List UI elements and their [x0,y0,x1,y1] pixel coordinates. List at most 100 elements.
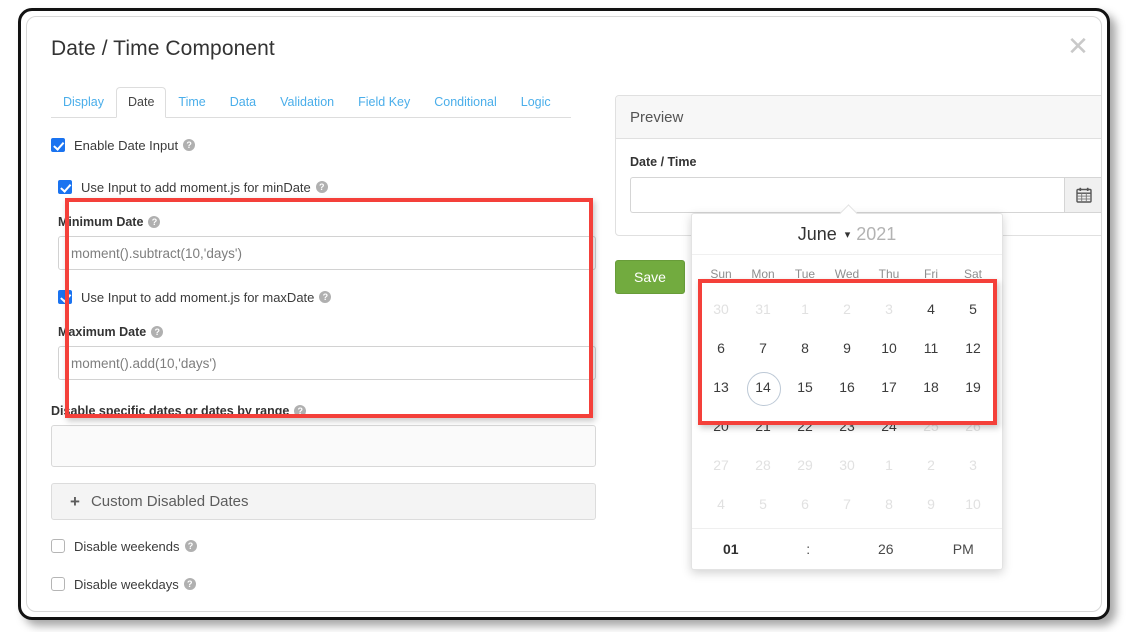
max-date-toggle-row[interactable]: Use Input to add moment.js for maxDate ? [51,287,596,307]
tab-list: Display Date Time Data Validation Field Key Co… [51,81,571,118]
help-circle-icon[interactable]: ? [315,181,328,193]
time-meridiem[interactable]: PM [925,541,1003,557]
tab-validation[interactable]: Validation [268,87,346,118]
save-button[interactable]: Save [615,260,685,294]
calendar-week-row: 20 21 22 23 24 25 26 [700,407,994,446]
calendar-day: 2 [843,301,851,317]
min-date-toggle-checkbox[interactable] [58,180,72,194]
calendar-day[interactable]: 19 [952,368,994,407]
calendar-day: 3 [969,457,977,473]
help-circle-icon[interactable]: ? [319,291,332,303]
calendar-day[interactable]: 18 [910,368,952,407]
calendar-day: 2 [927,457,935,473]
calendar-day: 30 [713,301,729,317]
preview-header: Preview [616,96,1101,139]
help-circle-icon[interactable]: ? [184,540,197,552]
calendar-day[interactable]: 20 [700,407,742,446]
calendar-day[interactable]: 9 [826,329,868,368]
calendar-day[interactable]: 7 [742,329,784,368]
maximum-date-label: Maximum Date? [58,325,596,339]
plus-icon: + [70,492,80,511]
minimum-date-input[interactable] [58,236,596,270]
calendar-day: 8 [885,496,893,512]
calendar-dow-sat: Sat [963,267,982,281]
calendar-day[interactable]: 22 [784,407,826,446]
calendar-day[interactable]: 11 [910,329,952,368]
disable-dates-input[interactable] [51,425,596,467]
tab-display[interactable]: Display [51,87,116,118]
calendar-day: 28 [755,457,771,473]
calendar-day[interactable]: 14 [742,368,784,407]
tab-data[interactable]: Data [218,87,268,118]
calendar-icon [1076,187,1092,203]
calendar-day[interactable]: 13 [700,368,742,407]
chevron-down-icon[interactable]: ▾ [845,228,851,241]
calendar-dow-thu: Thu [878,267,900,281]
tab-conditional[interactable]: Conditional [422,87,509,118]
calendar-day[interactable]: 24 [868,407,910,446]
calendar-day[interactable]: 5 [952,290,994,329]
min-date-toggle-label: Use Input to add moment.js for minDate [81,179,311,195]
disable-weekdays-row[interactable]: Disable weekdays ? [51,574,596,594]
calendar-year[interactable]: 2021 [856,224,896,245]
disable-weekdays-checkbox[interactable] [51,577,65,591]
preview-field-label: Date / Time [630,155,697,169]
tab-time[interactable]: Time [166,87,217,118]
enable-date-input-checkbox[interactable] [51,138,65,152]
calendar-day[interactable]: 21 [742,407,784,446]
tab-bar: Display Date Time Data Validation Field Key Co… [51,81,571,118]
calendar-day[interactable]: 8 [784,329,826,368]
calendar-dow-mon: Mon [751,267,775,281]
calendar-popup: June ▾ 2021 Sun Mon Tue Wed Thu Fri Sat 30 31 1 2… [691,204,1003,570]
disable-dates-label-text: Disable specific dates or dates by range [51,404,290,418]
calendar-month-select[interactable]: June [798,224,837,245]
calendar-dow-sun: Sun [710,267,732,281]
min-date-toggle-row[interactable]: Use Input to add moment.js for minDate ? [51,177,596,197]
calendar-day[interactable]: 12 [952,329,994,368]
maximum-date-input[interactable] [58,346,596,380]
close-icon[interactable]: ✕ [1065,33,1091,59]
calendar-day[interactable]: 17 [868,368,910,407]
calendar-week-row: 6 7 8 9 10 11 12 [700,329,994,368]
calendar-grid: Sun Mon Tue Wed Thu Fri Sat 30 31 1 2 3 4 5 6 7 8 9 10 11 1… [692,255,1002,528]
maximum-date-field-group: Maximum Date? [51,325,596,380]
calendar-day: 5 [759,496,767,512]
tab-field-key[interactable]: Field Key [346,87,422,118]
calendar-day[interactable]: 16 [826,368,868,407]
disable-weekends-label: Disable weekends [74,538,180,554]
calendar-picker-button[interactable] [1064,177,1101,213]
dialog-inner-surface: ✕ Date / Time Component Display Date Time D… [26,16,1102,612]
calendar-day: 29 [797,457,813,473]
calendar-day[interactable]: 10 [868,329,910,368]
max-date-toggle-checkbox[interactable] [58,290,72,304]
time-minute[interactable]: 26 [847,541,925,557]
time-hour[interactable]: 01 [692,541,770,557]
enable-date-input-row[interactable]: Enable Date Input ? [51,135,596,155]
help-circle-icon[interactable]: ? [294,405,307,417]
calendar-day[interactable]: 23 [826,407,868,446]
tab-logic[interactable]: Logic [509,87,563,118]
app-root: ✕ Date / Time Component Display Date Time D… [0,0,1128,632]
minimum-date-field-group: Minimum Date? [51,215,596,270]
enable-date-input-label: Enable Date Input [74,137,179,153]
time-separator: : [806,541,811,557]
calendar-day[interactable]: 4 [910,290,952,329]
calendar-day[interactable]: 6 [700,329,742,368]
calendar-day[interactable]: 15 [784,368,826,407]
disable-dates-label: Disable specific dates or dates by range… [51,404,596,418]
calendar-weeks: 30 31 1 2 3 4 5 6 7 8 9 10 11 12 13 14 15 16 17 18 19 20 21 22 2… [700,290,994,524]
calendar-week-row: 4 5 6 7 8 9 10 [700,485,994,524]
calendar-time-row: 01 : 26 PM [692,528,1002,569]
calendar-day: 25 [923,418,939,434]
disable-weekends-row[interactable]: Disable weekends ? [51,536,596,556]
help-circle-icon[interactable]: ? [151,326,164,338]
disable-weekends-checkbox[interactable] [51,539,65,553]
help-circle-icon[interactable]: ? [183,139,196,151]
tab-date[interactable]: Date [116,86,167,118]
help-circle-icon[interactable]: ? [183,578,196,590]
calendar-day: 1 [885,457,893,473]
calendar-dow-wed: Wed [834,267,860,281]
calendar-week-row: 13 14 15 16 17 18 19 [700,368,994,407]
custom-disabled-dates-button[interactable]: + Custom Disabled Dates [51,483,596,520]
help-circle-icon[interactable]: ? [148,216,161,228]
